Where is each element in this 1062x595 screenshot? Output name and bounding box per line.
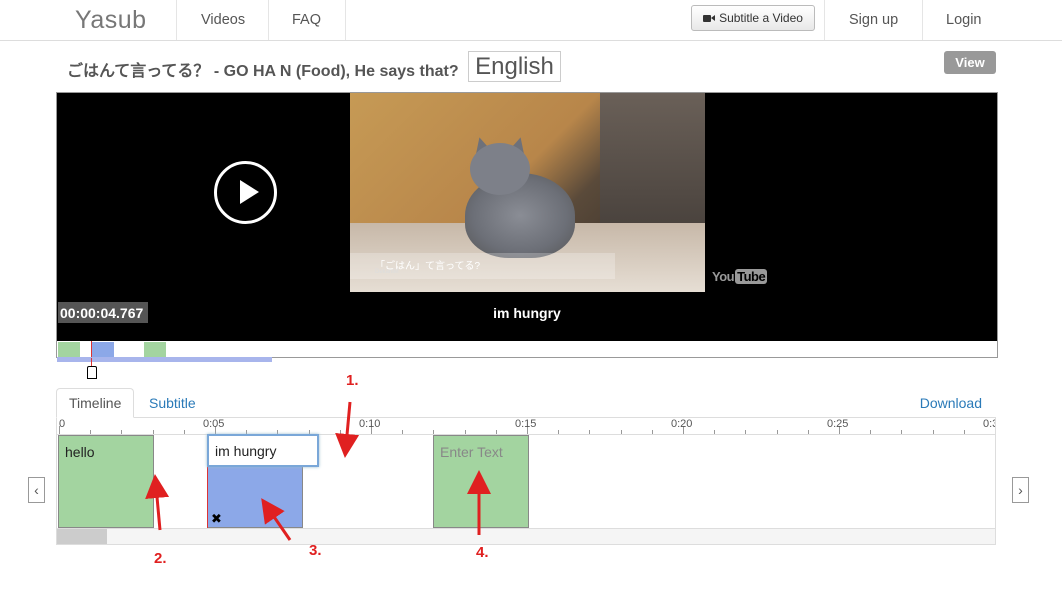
nav-divider bbox=[345, 0, 346, 40]
video-player[interactable]: 「ごはん」て言ってる? DekaniM You Tube 00:00:04.767… bbox=[56, 92, 998, 358]
annotation-4: 4. bbox=[476, 544, 489, 561]
annotation-2: 2. bbox=[154, 550, 167, 567]
ruler-tick-label: 0:10 bbox=[359, 418, 381, 430]
nav-divider bbox=[824, 0, 825, 40]
subtitle-a-video-button[interactable]: Subtitle a Video bbox=[691, 5, 815, 31]
mini-segment[interactable] bbox=[92, 342, 114, 357]
download-link[interactable]: Download bbox=[920, 395, 982, 411]
timeline-editor[interactable]: 0 0:05 0:10 0:15 0:20 0:25 0:3 hello Enter Tex… bbox=[56, 418, 996, 545]
video-frame[interactable]: 「ごはん」て言ってる? DekaniM bbox=[350, 93, 705, 292]
youtube-logo-you: You bbox=[712, 269, 735, 284]
cat-head bbox=[470, 143, 530, 195]
login-link[interactable]: Login bbox=[946, 12, 981, 28]
signup-link[interactable]: Sign up bbox=[849, 12, 898, 28]
subtitle-segment[interactable]: hello bbox=[58, 435, 154, 528]
mini-playhead bbox=[91, 341, 92, 357]
ruler-tick-label: 0:25 bbox=[827, 418, 849, 430]
nav-divider bbox=[176, 0, 177, 40]
time-ruler: 0 0:05 0:10 0:15 0:20 0:25 0:3 bbox=[57, 418, 996, 434]
youtube-logo-tube: Tube bbox=[735, 269, 768, 284]
chevron-right-icon: › bbox=[1018, 482, 1023, 498]
ruler-tick-label: 0:3 bbox=[983, 418, 995, 430]
video-title: ごはんて言ってる？ - GO HA N (Food), He says that… bbox=[67, 63, 459, 80]
ruler-tick-label: 0:15 bbox=[515, 418, 537, 430]
ruler-tick bbox=[995, 426, 996, 434]
brand-logo[interactable]: Yasub bbox=[75, 6, 147, 35]
editor-tabs: Timeline Subtitle Download bbox=[56, 388, 996, 418]
view-button[interactable]: View bbox=[944, 51, 996, 74]
annotation-3: 3. bbox=[309, 542, 322, 559]
mini-segment[interactable] bbox=[58, 342, 80, 357]
annotation-1: 1. bbox=[346, 372, 359, 389]
scroll-right-button[interactable]: › bbox=[1012, 477, 1029, 503]
nav-divider bbox=[268, 0, 269, 40]
subtitle-track[interactable]: hello Enter Text bbox=[57, 434, 995, 528]
tab-subtitle[interactable]: Subtitle bbox=[137, 388, 208, 418]
subtitle-a-video-label: Subtitle a Video bbox=[719, 11, 803, 25]
ruler-tick-label: 0:05 bbox=[203, 418, 225, 430]
mini-timeline[interactable] bbox=[57, 341, 997, 357]
segment-text: hello bbox=[65, 444, 95, 460]
timeline-scrollbar[interactable] bbox=[57, 528, 995, 544]
current-subtitle: im hungry bbox=[493, 305, 561, 321]
video-camera-icon bbox=[703, 14, 716, 23]
playhead-handle[interactable] bbox=[87, 366, 97, 379]
ruler-tick-label: 0:20 bbox=[671, 418, 693, 430]
ruler-tick-label: 0 bbox=[59, 418, 66, 430]
scrollbar-thumb[interactable] bbox=[57, 529, 107, 544]
tab-timeline[interactable]: Timeline bbox=[56, 388, 135, 418]
nav-divider bbox=[922, 0, 923, 40]
subtitle-segment-empty[interactable]: Enter Text bbox=[433, 435, 529, 528]
navbar: Yasub Videos FAQ Subtitle a Video Sign u… bbox=[0, 0, 1062, 41]
video-caption-credit: DekaniM bbox=[375, 269, 399, 275]
language-label: English bbox=[468, 51, 561, 82]
segment-placeholder: Enter Text bbox=[440, 444, 503, 460]
scroll-left-button[interactable]: ‹ bbox=[28, 477, 45, 503]
segment-text-input[interactable] bbox=[207, 434, 319, 467]
delete-segment-icon[interactable]: ✖ bbox=[211, 511, 222, 527]
nav-faq-link[interactable]: FAQ bbox=[292, 12, 321, 28]
play-icon[interactable] bbox=[214, 161, 277, 224]
youtube-logo: You Tube bbox=[712, 269, 768, 284]
mini-segment[interactable] bbox=[144, 342, 166, 357]
chevron-left-icon: ‹ bbox=[34, 482, 39, 498]
nav-videos-link[interactable]: Videos bbox=[201, 12, 245, 28]
progress-bar[interactable] bbox=[57, 357, 272, 362]
